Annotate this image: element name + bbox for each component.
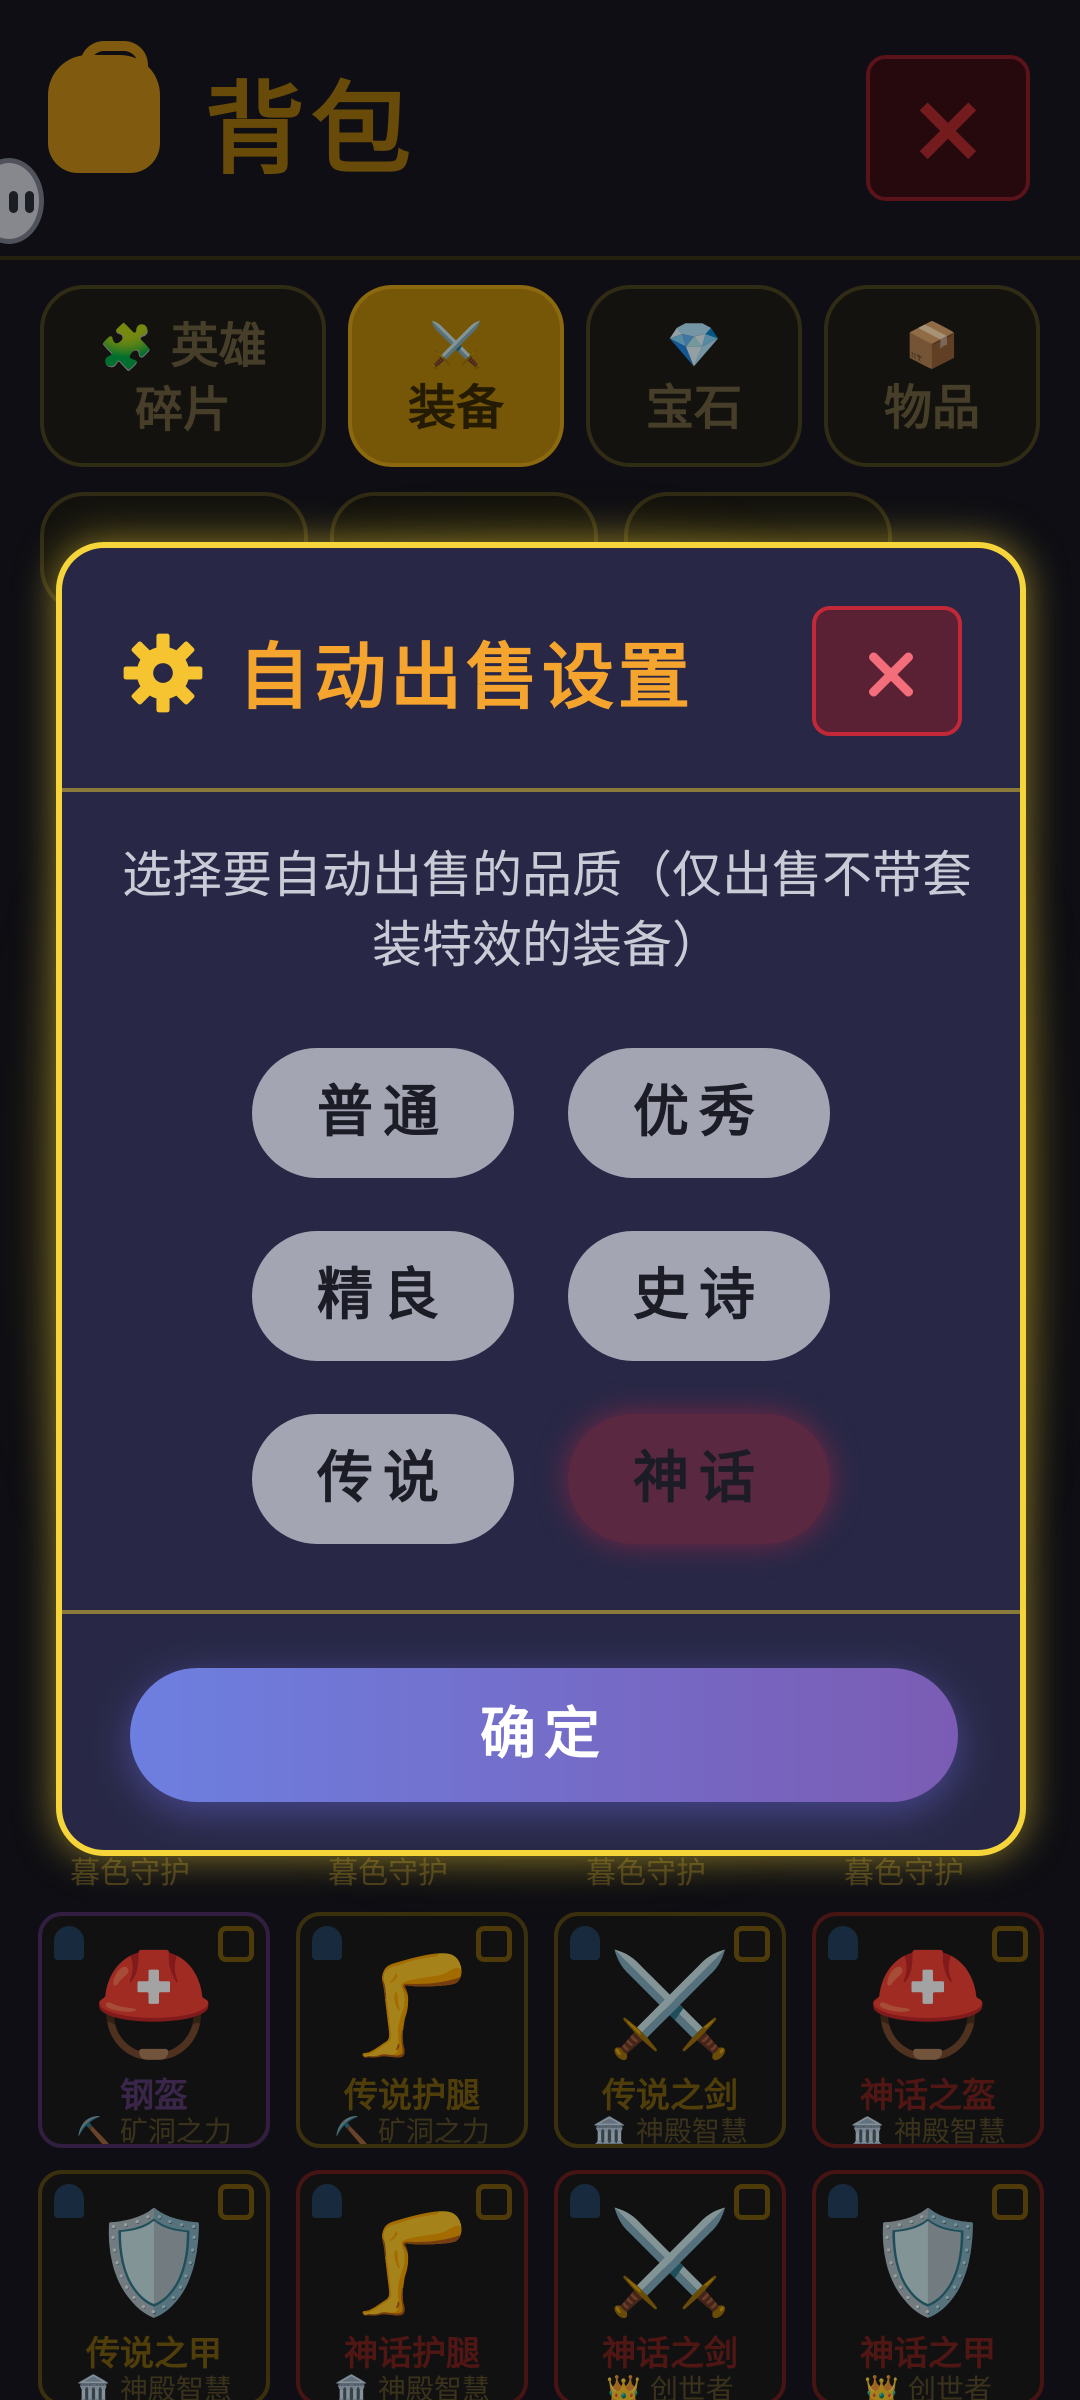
close-icon[interactable] bbox=[812, 606, 962, 736]
quality-option-common[interactable]: 普通 bbox=[252, 1048, 514, 1178]
confirm-button[interactable]: 确定 bbox=[130, 1668, 958, 1802]
dialog-title: 自动出售设置 bbox=[238, 635, 695, 719]
dialog-header: 自动出售设置 bbox=[62, 548, 1020, 792]
dialog-description: 选择要自动出售的品质（仅出售不带套装特效的装备） bbox=[122, 846, 972, 974]
quality-option-fine[interactable]: 精良 bbox=[252, 1231, 514, 1361]
quality-option-epic[interactable]: 史诗 bbox=[568, 1231, 830, 1361]
dialog-footer: 确定 bbox=[62, 1610, 1020, 1850]
auto-sell-settings-dialog: 自动出售设置 选择要自动出售的品质（仅出售不带套装特效的装备） 普通 优秀 精良… bbox=[56, 542, 1026, 1856]
quality-option-mythic[interactable]: 神话 bbox=[568, 1414, 830, 1544]
quality-option-excellent[interactable]: 优秀 bbox=[568, 1048, 830, 1178]
gear-icon bbox=[123, 633, 203, 713]
quality-option-legendary[interactable]: 传说 bbox=[252, 1414, 514, 1544]
